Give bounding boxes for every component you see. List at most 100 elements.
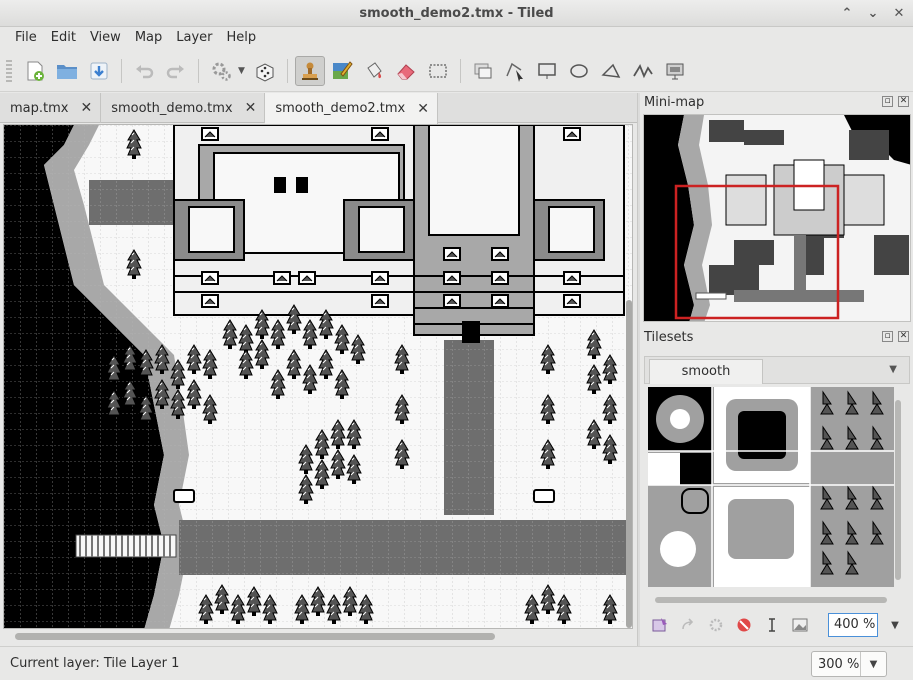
- menu-map[interactable]: Map: [128, 27, 169, 49]
- tilesets-dock-controls: ▫ ✕: [882, 331, 909, 342]
- insert-polyline-button[interactable]: [628, 56, 658, 86]
- tab-smooth-demo-tmx[interactable]: smooth_demo.tmx ✕: [101, 93, 266, 123]
- bucket-fill-icon: [367, 61, 382, 78]
- terrain-brush-icon: [333, 60, 353, 79]
- tileset-zoom-input[interactable]: 400 %: [828, 613, 878, 637]
- menu-help[interactable]: Help: [220, 27, 264, 49]
- tab-tileset-smooth[interactable]: smooth: [649, 359, 763, 384]
- redo-button[interactable]: [161, 56, 191, 86]
- terrain-brush-button[interactable]: [327, 56, 357, 86]
- close-tab-icon[interactable]: ✕: [245, 100, 257, 116]
- tileset-toolbar: [650, 612, 810, 638]
- tileset-image: [648, 387, 894, 587]
- close-dock-icon[interactable]: ✕: [898, 331, 909, 342]
- document-tab-bar: map.tmx ✕ smooth_demo.tmx ✕ smooth_demo2…: [0, 93, 637, 124]
- tab-label: map.tmx: [10, 100, 69, 116]
- stamp-brush-icon: [302, 62, 318, 80]
- insert-tile-button[interactable]: [660, 56, 690, 86]
- new-tileset-icon: [652, 618, 667, 632]
- map-vertical-scrollbar[interactable]: [626, 300, 632, 628]
- main-toolbar: ▼: [0, 50, 913, 92]
- close-tab-icon[interactable]: ✕: [80, 100, 92, 116]
- rectangular-select-button[interactable]: [423, 56, 453, 86]
- save-button[interactable]: [84, 56, 114, 86]
- select-objects-button[interactable]: [468, 56, 498, 86]
- import-tileset-button[interactable]: [678, 615, 698, 635]
- insert-ellipse-icon: [570, 63, 588, 78]
- tileset-tab-bar: smooth ▼: [644, 356, 910, 384]
- tab-smooth-demo2-tmx[interactable]: smooth_demo2.tmx ✕: [265, 93, 438, 124]
- edit-polygons-button[interactable]: [500, 56, 530, 86]
- new-map-icon: [27, 61, 44, 81]
- dock-splitter[interactable]: [637, 93, 640, 646]
- stamp-brush-button[interactable]: [295, 55, 325, 86]
- new-tileset-button[interactable]: [650, 615, 670, 635]
- remove-tileset-button[interactable]: [734, 615, 754, 635]
- minimap-view[interactable]: [643, 114, 911, 322]
- float-icon[interactable]: ▫: [882, 96, 893, 107]
- undo-icon: [136, 64, 154, 78]
- insert-polyline-icon: [633, 63, 653, 78]
- import-tileset-icon: [682, 618, 694, 630]
- chevron-down-icon[interactable]: ▼: [889, 364, 897, 375]
- maximize-icon[interactable]: ⌄: [867, 7, 879, 20]
- gear-icon: [709, 618, 723, 632]
- tab-map-tmx[interactable]: map.tmx ✕: [0, 93, 102, 123]
- close-tab-icon[interactable]: ✕: [417, 101, 429, 117]
- open-button[interactable]: [52, 56, 82, 86]
- tilesets-header: Tilesets ▫ ✕: [640, 328, 913, 348]
- menu-layer[interactable]: Layer: [169, 27, 219, 49]
- minimize-icon[interactable]: ⌃: [841, 7, 853, 20]
- tab-label: smooth_demo2.tmx: [275, 101, 406, 116]
- insert-ellipse-button[interactable]: [564, 56, 594, 86]
- chevron-down-icon[interactable]: ▼: [883, 613, 907, 637]
- tileset-horizontal-scrollbar[interactable]: [655, 597, 887, 603]
- minimap-title: Mini-map: [644, 95, 705, 110]
- status-bar: Current layer: Tile Layer 1 300 % ▼: [0, 646, 913, 680]
- tileset-vertical-scrollbar[interactable]: [895, 400, 901, 580]
- edit-terrain-button[interactable]: [762, 615, 782, 635]
- menu-file[interactable]: File: [8, 27, 44, 49]
- tile-map[interactable]: [4, 125, 633, 629]
- float-icon[interactable]: ▫: [882, 331, 893, 342]
- bucket-fill-button[interactable]: [359, 56, 389, 86]
- insert-polygon-button[interactable]: [596, 56, 626, 86]
- menubar: File Edit View Map Layer Help: [0, 27, 913, 49]
- tab-label: smooth_demo.tmx: [111, 100, 233, 116]
- tileset-image-button[interactable]: [790, 615, 810, 635]
- tileset-view[interactable]: [648, 387, 894, 587]
- remove-icon: [737, 618, 751, 632]
- toolbar-separator: [460, 58, 461, 83]
- insert-tile-icon: [666, 63, 684, 79]
- toolbar-separator: [198, 58, 199, 83]
- tileset-properties-button[interactable]: [706, 615, 726, 635]
- command-icon: [212, 62, 231, 81]
- map-canvas[interactable]: [3, 124, 633, 629]
- menu-view[interactable]: View: [83, 27, 128, 49]
- insert-rectangle-icon: [538, 62, 556, 79]
- menu-edit[interactable]: Edit: [44, 27, 83, 49]
- open-icon: [57, 64, 77, 79]
- toolbar-grip[interactable]: [6, 59, 12, 82]
- close-dock-icon[interactable]: ✕: [898, 96, 909, 107]
- undo-button[interactable]: [129, 56, 159, 86]
- chevron-down-icon[interactable]: ▼: [860, 652, 886, 676]
- save-icon: [90, 62, 108, 79]
- insert-rectangle-button[interactable]: [532, 56, 562, 86]
- new-map-button[interactable]: [20, 56, 50, 86]
- scrollbar-thumb[interactable]: [15, 633, 495, 640]
- edit-polygons-icon: [506, 62, 523, 82]
- tilesets-title: Tilesets: [644, 330, 694, 345]
- map-zoom-select[interactable]: 300 % ▼: [811, 651, 887, 677]
- random-mode-button[interactable]: [250, 56, 280, 86]
- window-controls: ⌃ ⌄ ✕: [841, 0, 905, 27]
- redo-icon: [166, 64, 184, 78]
- command-button[interactable]: [206, 56, 236, 86]
- close-icon[interactable]: ✕: [893, 7, 905, 20]
- command-dropdown-icon[interactable]: ▼: [238, 66, 248, 76]
- select-objects-icon: [474, 63, 492, 78]
- eraser-button[interactable]: [391, 56, 421, 86]
- text-cursor-icon: [769, 618, 775, 632]
- map-horizontal-scrollbar[interactable]: [3, 630, 633, 644]
- minimap-dock-controls: ▫ ✕: [882, 96, 909, 107]
